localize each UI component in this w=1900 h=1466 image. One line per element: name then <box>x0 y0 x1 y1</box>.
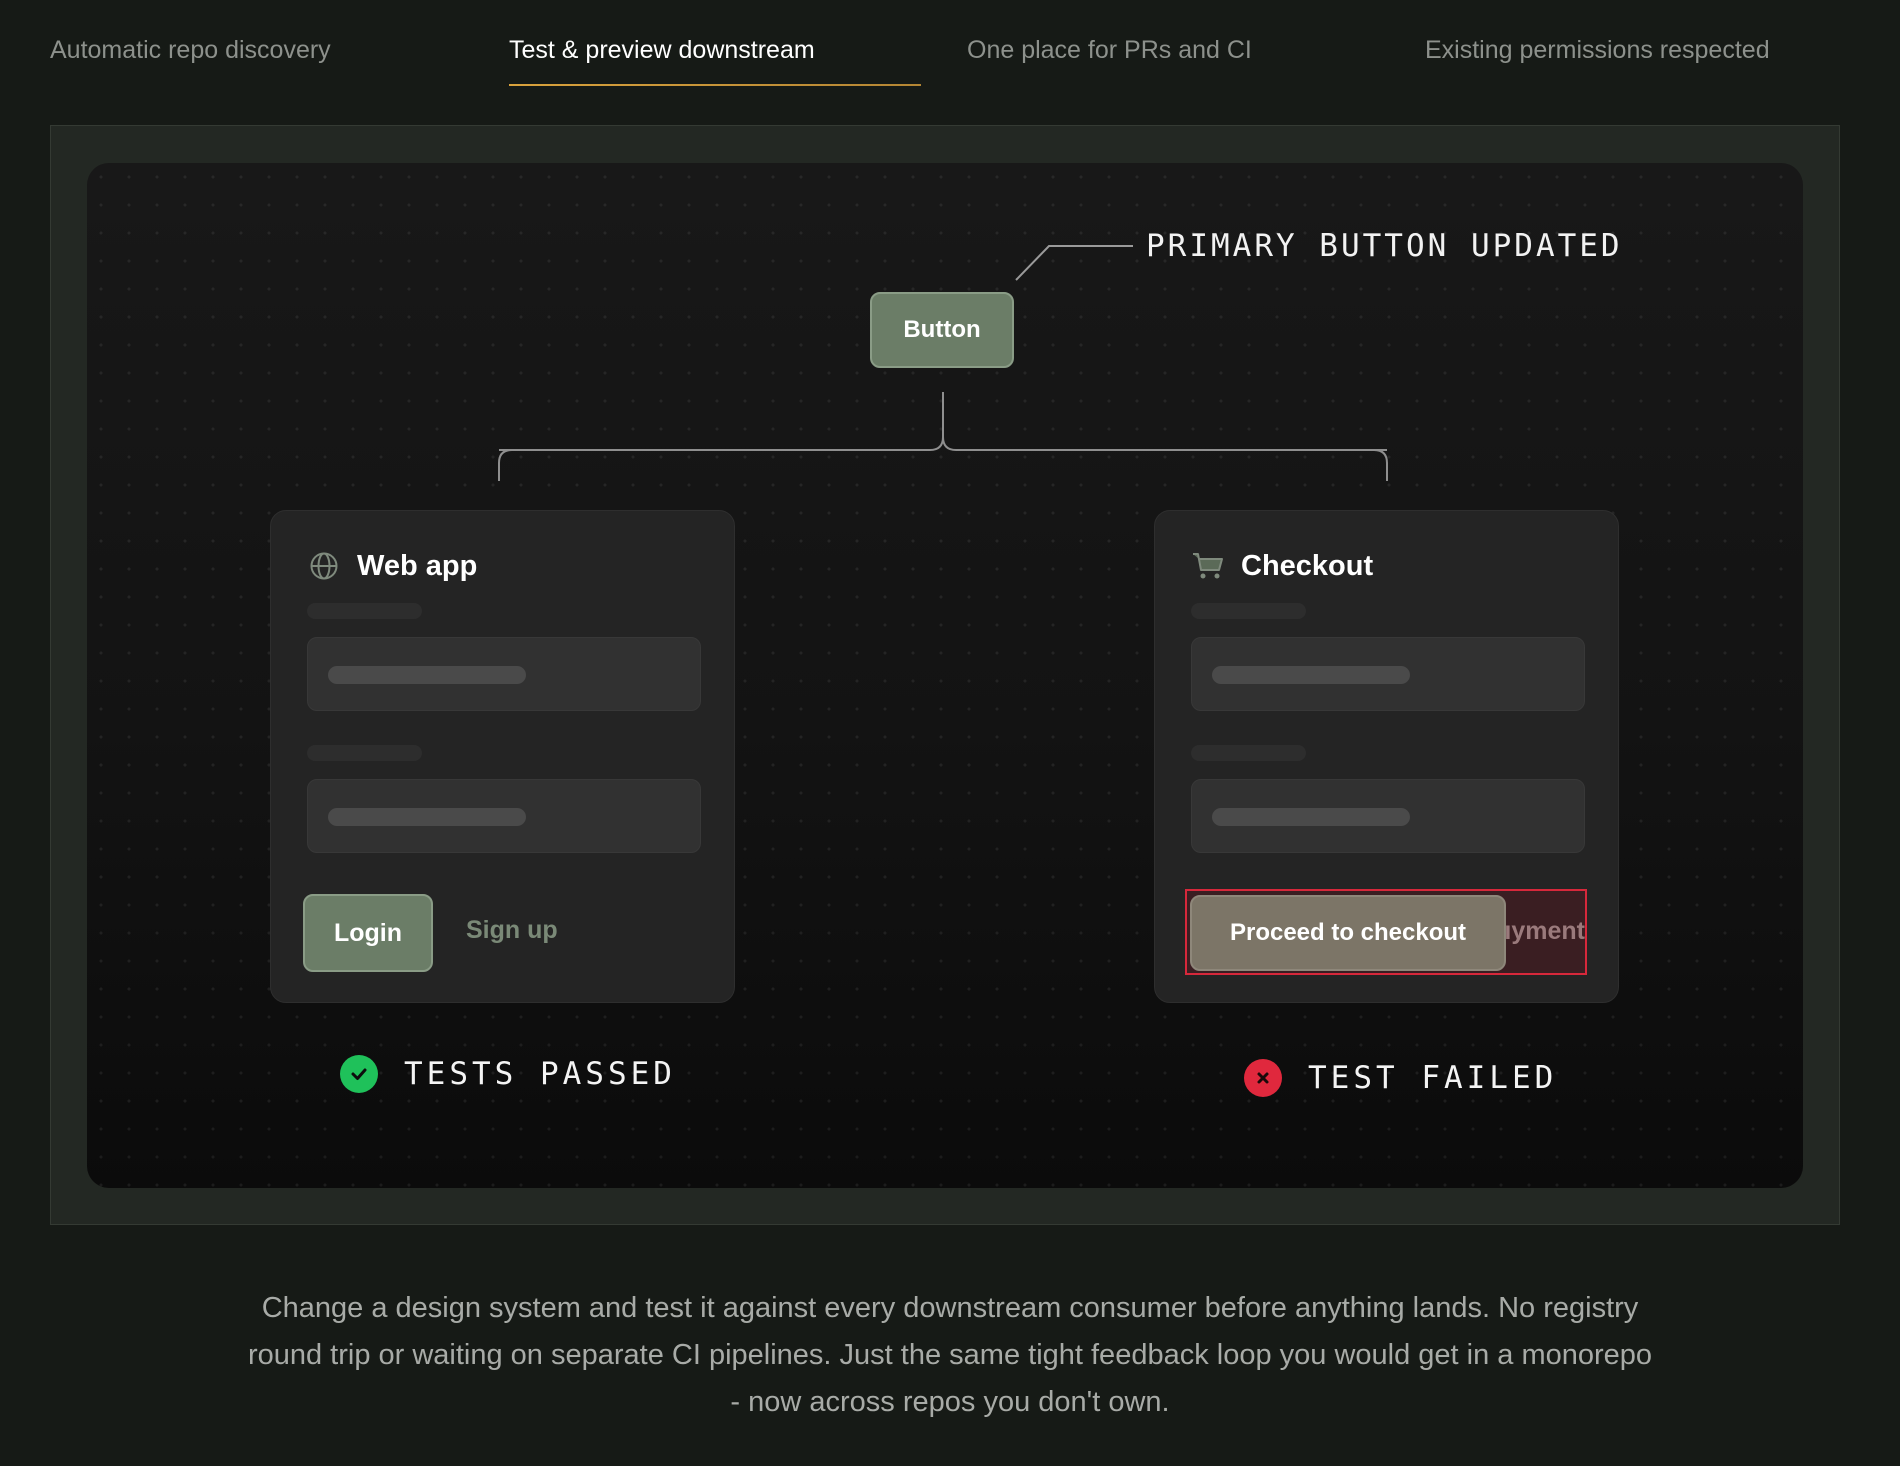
tab-test-preview-downstream[interactable]: Test & preview downstream <box>509 36 815 65</box>
signup-link[interactable]: Sign up <box>466 916 558 945</box>
skeleton-label <box>1191 603 1306 619</box>
skeleton-input[interactable] <box>307 637 701 711</box>
status-text: TESTS PASSED <box>404 1056 676 1092</box>
tab-one-place-prs-ci[interactable]: One place for PRs and CI <box>967 36 1252 65</box>
overflow-text: ıyment <box>1504 917 1585 945</box>
tab-automatic-repo-discovery[interactable]: Automatic repo discovery <box>50 36 331 65</box>
callout-label: PRIMARY BUTTON UPDATED <box>1146 228 1623 264</box>
card-title: Checkout <box>1241 549 1374 582</box>
card-title: Web app <box>357 549 478 582</box>
feature-tabs: Automatic repo discovery Test & preview … <box>0 0 1900 100</box>
globe-icon <box>307 549 341 583</box>
tab-existing-permissions[interactable]: Existing permissions respected <box>1425 36 1770 65</box>
check-circle-icon <box>340 1055 378 1093</box>
skeleton-label <box>307 745 422 761</box>
login-button[interactable]: Login <box>303 894 433 972</box>
skeleton-label <box>307 603 422 619</box>
skeleton-input[interactable] <box>307 779 701 853</box>
test-failed-status: TEST FAILED <box>1244 1059 1557 1097</box>
overflow-error-box: ıyment Proceed to checkout <box>1185 889 1587 975</box>
web-app-card: Web app Login Sign up <box>270 510 735 1003</box>
cart-icon <box>1191 549 1225 583</box>
tests-passed-status: TESTS PASSED <box>340 1055 676 1093</box>
branch-right-line <box>956 449 1388 481</box>
feature-description: Change a design system and test it again… <box>247 1292 1653 1418</box>
branch-left-line <box>498 449 930 481</box>
callout-leader-line <box>1015 245 1133 281</box>
active-tab-indicator <box>509 84 921 86</box>
checkout-card: Checkout ıyment Proceed to checkout <box>1154 510 1619 1003</box>
x-circle-icon <box>1244 1059 1282 1097</box>
proceed-to-checkout-button[interactable]: Proceed to checkout <box>1190 895 1506 971</box>
status-text: TEST FAILED <box>1308 1060 1558 1096</box>
source-button[interactable]: Button <box>870 292 1014 368</box>
skeleton-input[interactable] <box>1191 637 1585 711</box>
skeleton-input[interactable] <box>1191 779 1585 853</box>
skeleton-label <box>1191 745 1306 761</box>
